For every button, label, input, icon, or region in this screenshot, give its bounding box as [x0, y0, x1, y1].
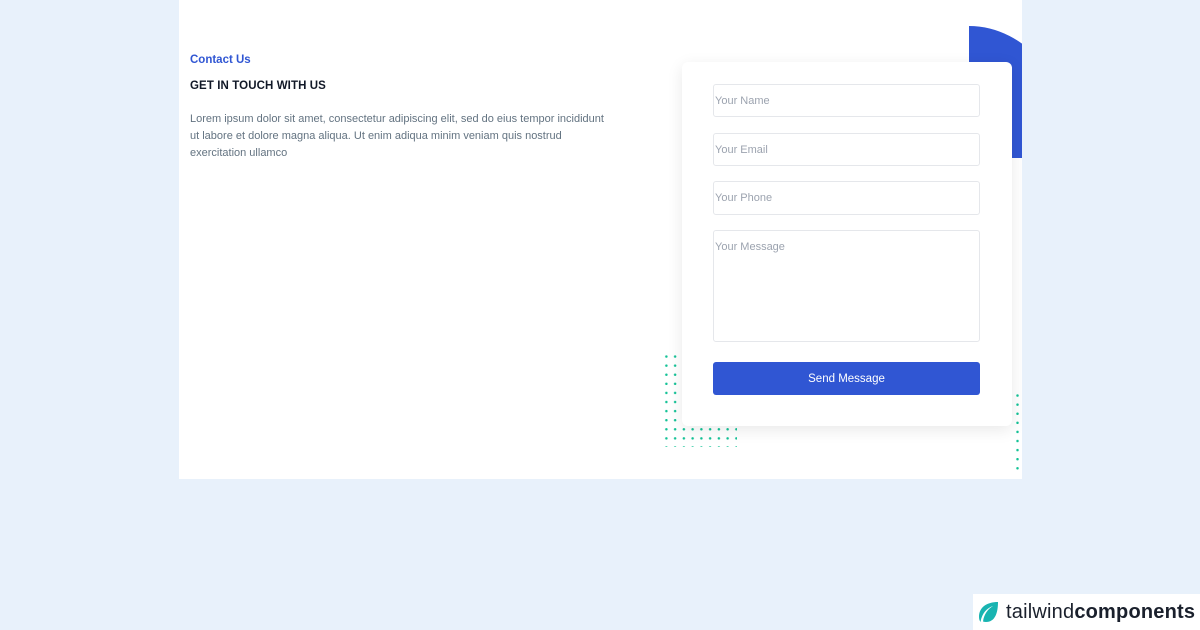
brand-wordmark: tailwindcomponents [1006, 601, 1195, 624]
brand-logo[interactable]: tailwindcomponents [973, 594, 1200, 630]
contact-form: Send Message [682, 62, 1012, 426]
message-textarea[interactable] [713, 230, 980, 342]
phone-input[interactable] [713, 181, 980, 215]
section-label: Contact Us [190, 54, 251, 66]
brand-name-bold: components [1074, 600, 1196, 623]
brand-name-light: tailwind [1006, 600, 1075, 623]
name-input[interactable] [713, 84, 980, 117]
section-description: Lorem ipsum dolor sit amet, consectetur … [190, 113, 604, 159]
contact-section: Contact Us GET IN TOUCH WITH US Lorem ip… [179, 0, 1022, 479]
section-heading: GET IN TOUCH WITH US [190, 80, 326, 92]
email-input[interactable] [713, 133, 980, 166]
send-message-button[interactable]: Send Message [713, 362, 980, 395]
decorative-dots-right [1013, 391, 1022, 476]
leaf-icon [979, 602, 998, 622]
